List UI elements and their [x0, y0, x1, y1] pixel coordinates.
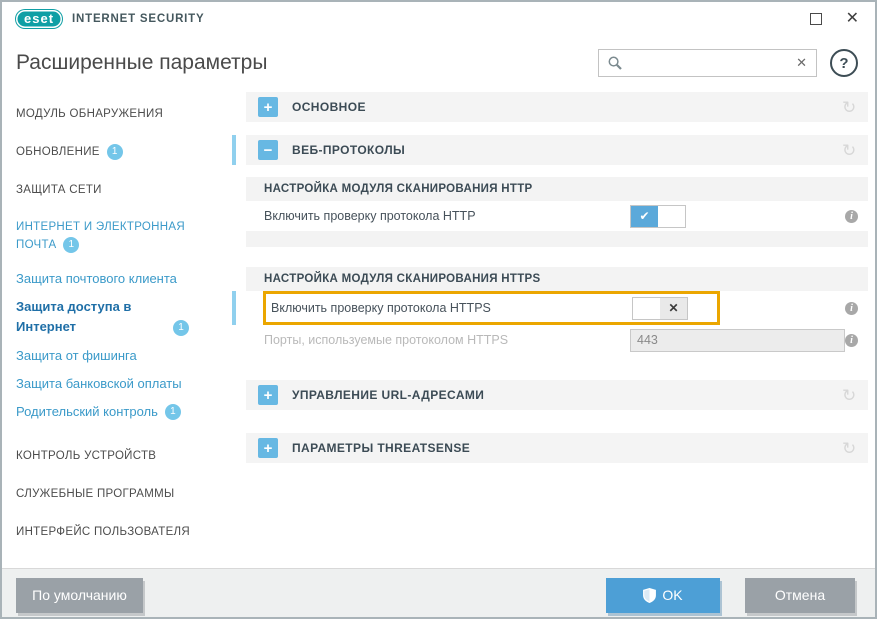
- https-enable-row: Включить проверку протокола HTTPS ✕ i: [246, 291, 868, 325]
- section-url-management-header[interactable]: + УПРАВЛЕНИЕ URL-АДРЕСАМИ ↺: [246, 380, 868, 410]
- http-enable-toggle[interactable]: ✔: [630, 205, 686, 228]
- https-ports-row: Порты, используемые протоколом HTTPS i: [246, 325, 868, 355]
- section-web-protocols-header[interactable]: − ВЕБ-ПРОТОКОЛЫ ↺: [246, 135, 868, 165]
- reset-to-default-icon[interactable]: ↺: [842, 387, 856, 404]
- reset-to-default-icon[interactable]: ↺: [842, 440, 856, 457]
- page-title: Расширенные параметры: [16, 51, 267, 75]
- maximize-button[interactable]: [810, 13, 822, 25]
- sidebar-item-web-and-email[interactable]: ИНТЕРНЕТ И ЭЛЕКТРОННАЯ ПОЧТА1: [2, 209, 232, 265]
- expand-icon[interactable]: +: [258, 97, 278, 117]
- group-spacer: [246, 231, 868, 247]
- sidebar-item-device-control[interactable]: КОНТРОЛЬ УСТРОЙСТВ: [2, 438, 232, 476]
- sidebar-item-antiphishing[interactable]: Защита от фишинга: [2, 342, 232, 370]
- search-input[interactable]: [629, 56, 796, 71]
- window-controls: ✕: [810, 11, 859, 27]
- titlebar: eset INTERNET SECURITY ✕: [2, 2, 875, 36]
- info-icon[interactable]: i: [845, 210, 858, 223]
- ok-button-label: OK: [662, 587, 682, 603]
- search-clear-icon[interactable]: ✕: [796, 55, 807, 71]
- notification-badge: 1: [107, 144, 123, 160]
- main-area: МОДУЛЬ ОБНАРУЖЕНИЯ ОБНОВЛЕНИЕ1 ЗАЩИТА СЕ…: [2, 90, 875, 568]
- sidebar-item-detection-engine[interactable]: МОДУЛЬ ОБНАРУЖЕНИЯ: [2, 96, 232, 134]
- http-enable-row: Включить проверку протокола HTTP ✔ i: [246, 201, 868, 231]
- notification-badge: 1: [63, 237, 79, 253]
- help-button[interactable]: ?: [830, 49, 858, 77]
- close-button[interactable]: ✕: [846, 11, 859, 27]
- expand-icon[interactable]: +: [258, 438, 278, 458]
- active-row-indicator: [232, 291, 236, 325]
- reset-to-default-icon[interactable]: ↺: [842, 99, 856, 116]
- section-basic-header[interactable]: + ОСНОВНОЕ ↺: [246, 92, 868, 122]
- sidebar-item-network-protection[interactable]: ЗАЩИТА СЕТИ: [2, 172, 232, 210]
- https-enable-label: Включить проверку протокола HTTPS: [271, 301, 632, 315]
- notification-badge: 1: [165, 404, 181, 420]
- page-header: Расширенные параметры ✕ ?: [2, 36, 875, 90]
- https-ports-label: Порты, используемые протоколом HTTPS: [264, 333, 630, 347]
- sidebar-item-tools[interactable]: СЛУЖЕБНЫЕ ПРОГРАММЫ: [2, 476, 232, 514]
- toggle-check-icon: ✔: [631, 206, 658, 227]
- https-ports-input[interactable]: [630, 329, 845, 352]
- uac-shield-icon: [643, 588, 656, 603]
- sidebar-item-banking-protection[interactable]: Защита банковской оплаты: [2, 370, 232, 398]
- product-name: INTERNET SECURITY: [72, 13, 204, 25]
- sidebar-item-parental-control[interactable]: Родительский контроль1: [2, 398, 232, 426]
- default-button[interactable]: По умолчанию: [16, 578, 143, 613]
- section-threatsense: + ПАРАМЕТРЫ THREATSENSE ↺: [246, 433, 868, 463]
- web-protocols-body: НАСТРОЙКА МОДУЛЯ СКАНИРОВАНИЯ HTTP Включ…: [246, 177, 868, 364]
- section-threatsense-header[interactable]: + ПАРАМЕТРЫ THREATSENSE ↺: [246, 433, 868, 463]
- sidebar-item-email-client-protection[interactable]: Защита почтового клиента: [2, 265, 232, 293]
- cancel-button[interactable]: Отмена: [745, 578, 855, 613]
- notification-badge: 1: [173, 320, 189, 336]
- reset-to-default-icon[interactable]: ↺: [842, 142, 856, 159]
- search-highlight-box: Включить проверку протокола HTTPS ✕: [263, 291, 720, 325]
- ok-button[interactable]: OK: [606, 578, 720, 613]
- https-enable-toggle[interactable]: ✕: [632, 297, 688, 320]
- https-scanner-subheader: НАСТРОЙКА МОДУЛЯ СКАНИРОВАНИЯ HTTPS: [246, 267, 868, 291]
- settings-content: + ОСНОВНОЕ ↺ − ВЕБ-ПРОТОКОЛЫ ↺ НАСТРОЙКА…: [232, 90, 877, 568]
- search-icon: [608, 56, 622, 70]
- eset-advanced-settings-window: eset INTERNET SECURITY ✕ Расширенные пар…: [0, 0, 877, 619]
- eset-logo: eset: [16, 10, 62, 28]
- active-section-indicator: [232, 135, 236, 165]
- http-enable-label: Включить проверку протокола HTTP: [264, 209, 630, 223]
- sidebar-spacer: [2, 426, 232, 438]
- sidebar-item-update[interactable]: ОБНОВЛЕНИЕ1: [2, 134, 232, 172]
- sidebar-item-web-access-protection[interactable]: Защита доступа в Интернет1: [2, 293, 232, 341]
- expand-icon[interactable]: +: [258, 385, 278, 405]
- sidebar: МОДУЛЬ ОБНАРУЖЕНИЯ ОБНОВЛЕНИЕ1 ЗАЩИТА СЕ…: [2, 90, 232, 568]
- toggle-cross-icon: ✕: [660, 298, 687, 319]
- sidebar-item-user-interface[interactable]: ИНТЕРФЕЙС ПОЛЬЗОВАТЕЛЯ: [2, 514, 232, 552]
- section-basic: + ОСНОВНОЕ ↺: [246, 92, 868, 122]
- http-scanner-subheader: НАСТРОЙКА МОДУЛЯ СКАНИРОВАНИЯ HTTP: [246, 177, 868, 201]
- info-icon[interactable]: i: [845, 302, 858, 315]
- collapse-icon[interactable]: −: [258, 140, 278, 160]
- section-url-management: + УПРАВЛЕНИЕ URL-АДРЕСАМИ ↺: [246, 380, 868, 410]
- section-web-protocols: − ВЕБ-ПРОТОКОЛЫ ↺ НАСТРОЙКА МОДУЛЯ СКАНИ…: [246, 135, 868, 364]
- info-icon[interactable]: i: [845, 334, 858, 347]
- search-box[interactable]: ✕: [598, 49, 817, 77]
- footer-bar: По умолчанию OK Отмена: [2, 568, 875, 619]
